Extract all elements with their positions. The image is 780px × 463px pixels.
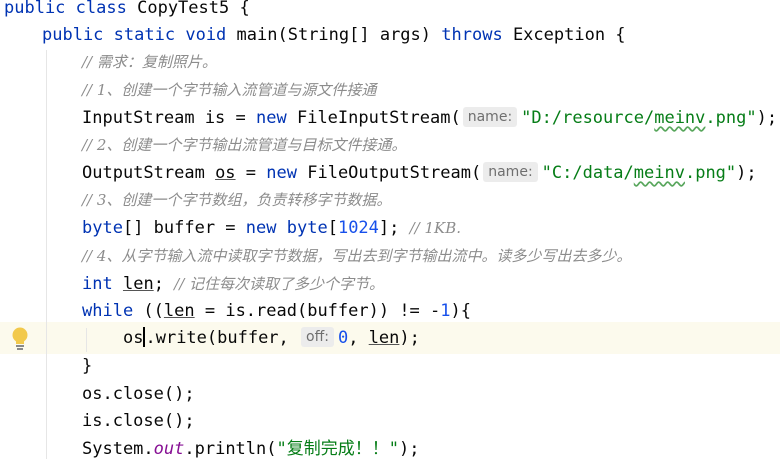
code-line-14[interactable]: } bbox=[82, 352, 92, 380]
keyword: byte bbox=[82, 218, 123, 238]
comment: // 3、创建一个字节数组，负责转移字节数据。 bbox=[82, 191, 392, 209]
variable: os bbox=[215, 163, 236, 183]
number-literal: 1024 bbox=[337, 218, 379, 238]
parameter-hint: name: bbox=[483, 162, 538, 182]
variable: len bbox=[163, 301, 195, 321]
code-line-7[interactable]: OutputStream os = new FileOutputStream(n… bbox=[82, 159, 757, 187]
code-line-4[interactable]: // 1、创建一个字节输入流管道与源文件接通 bbox=[82, 76, 376, 104]
typo-highlight: meinv bbox=[633, 163, 685, 183]
code-line-12[interactable]: while ((len = is.read(buffer)) != -1){ bbox=[82, 297, 471, 325]
code-text: ]; bbox=[378, 218, 410, 238]
code-text: FileInputStream( bbox=[296, 108, 461, 128]
code-text: InputStream is = bbox=[82, 108, 256, 128]
code-line-15[interactable]: os.close(); bbox=[82, 380, 195, 408]
keyword: class bbox=[75, 0, 127, 18]
code-text: , bbox=[348, 328, 369, 348]
code-text: } bbox=[82, 356, 93, 376]
comment: // 1KB. bbox=[409, 219, 462, 237]
code-text: = bbox=[235, 163, 267, 183]
keyword: throws bbox=[441, 25, 503, 45]
code-text: os bbox=[123, 328, 144, 348]
comment: // 1、创建一个字节输入流管道与源文件接通 bbox=[82, 81, 377, 99]
comment: // 需求：复制照片。 bbox=[82, 53, 217, 71]
code-text: ); bbox=[398, 439, 420, 459]
code-text: ){ bbox=[450, 301, 471, 321]
code-line-1[interactable]: public class CopyTest5 { bbox=[4, 0, 250, 22]
lightbulb-icon[interactable] bbox=[9, 326, 31, 352]
comment: // 4、从字节输入流中读取字节数据，写出去到字节输出流中。读多少写出去多少。 bbox=[82, 247, 632, 265]
keyword: static bbox=[113, 25, 176, 45]
parameter-hint: off: bbox=[301, 327, 334, 347]
code-text: is.close(); bbox=[82, 411, 195, 431]
code-text: OutputStream bbox=[82, 163, 216, 183]
keyword: int bbox=[82, 274, 113, 294]
code-text: ); bbox=[399, 328, 420, 348]
code-line-2[interactable]: public static void main(String[] args) t… bbox=[42, 21, 626, 49]
code-text: .write(buffer, bbox=[145, 328, 300, 348]
code-line-16[interactable]: is.close(); bbox=[82, 407, 195, 435]
method-signature: main(String[] args) bbox=[236, 25, 432, 45]
indent-guide bbox=[86, 328, 87, 352]
code-text: [ bbox=[327, 218, 338, 238]
keyword: new bbox=[266, 163, 297, 183]
code-line-3[interactable]: // 需求：复制照片。 bbox=[82, 48, 217, 76]
code-text: [] buffer = bbox=[122, 218, 246, 238]
code-line-5[interactable]: InputStream is = new FileInputStream(nam… bbox=[82, 104, 777, 132]
code-text: ; bbox=[153, 274, 175, 294]
keyword: new bbox=[245, 218, 277, 238]
code-text: Exception { bbox=[512, 25, 626, 45]
string-literal: "C:/data/meinv.png" bbox=[541, 163, 737, 183]
code-editor[interactable]: public class CopyTest5 { public static v… bbox=[0, 0, 780, 459]
code-line-9[interactable]: byte[] buffer = new byte[1024]; // 1KB. bbox=[82, 214, 461, 242]
code-text: ); bbox=[736, 163, 757, 183]
number-literal: 1 bbox=[440, 301, 451, 321]
typo-highlight: meinv bbox=[654, 108, 706, 128]
code-text: ); bbox=[756, 108, 778, 128]
static-field: out bbox=[153, 439, 185, 459]
variable: len bbox=[122, 274, 154, 294]
indent-guide bbox=[46, 50, 47, 459]
keyword: public bbox=[4, 0, 66, 18]
code-line-8[interactable]: // 3、创建一个字节数组，负责转移字节数据。 bbox=[82, 186, 391, 214]
code-line-6[interactable]: // 2、创建一个字节输出流管道与目标文件接通。 bbox=[82, 131, 406, 159]
keyword: byte bbox=[286, 218, 328, 238]
code-text: System. bbox=[82, 439, 154, 459]
parameter-hint: name: bbox=[462, 107, 518, 127]
keyword: while bbox=[82, 301, 134, 321]
comment: // 记住每次读取了多少个字节。 bbox=[174, 275, 385, 293]
string-literal: "复制完成！！" bbox=[276, 439, 399, 459]
comment: // 2、创建一个字节输出流管道与目标文件接通。 bbox=[82, 136, 407, 154]
keyword: void bbox=[185, 25, 227, 45]
code-line-13[interactable]: os .write(buffer, off: 0, len); bbox=[123, 324, 420, 352]
string-literal: "D:/resource/meinv.png" bbox=[521, 108, 757, 128]
variable: len bbox=[368, 328, 400, 348]
code-text: = is.read(buffer)) != - bbox=[194, 301, 441, 321]
keyword: new bbox=[256, 108, 287, 128]
keyword: public bbox=[42, 25, 104, 45]
code-line-10[interactable]: // 4、从字节输入流中读取字节数据，写出去到字节输出流中。读多少写出去多少。 bbox=[82, 242, 631, 270]
code-line-11[interactable]: int len; // 记住每次读取了多少个字节。 bbox=[82, 270, 384, 298]
number-literal: 0 bbox=[337, 328, 349, 348]
code-text: os.close(); bbox=[82, 384, 195, 404]
code-text: .println( bbox=[184, 439, 277, 459]
code-text: (( bbox=[133, 301, 164, 321]
class-name: CopyTest5 { bbox=[137, 0, 250, 18]
code-text: FileOutputStream( bbox=[307, 163, 482, 183]
